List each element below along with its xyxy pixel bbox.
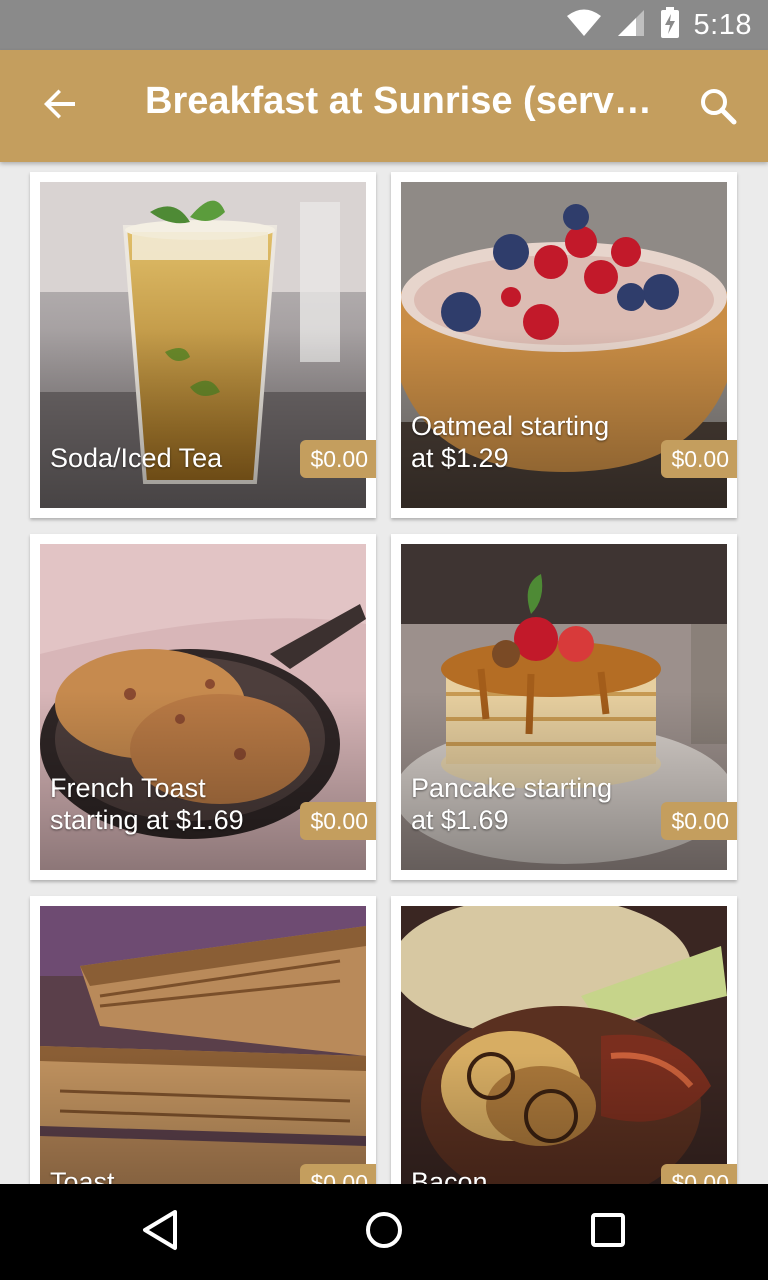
photo-shade xyxy=(401,906,727,1184)
menu-grid: Soda/Iced Tea $0.00 Oatmeal starting at … xyxy=(0,162,768,1184)
menu-item-card[interactable]: Soda/Iced Tea $0.00 xyxy=(30,172,376,518)
item-price-badge: $0.00 xyxy=(300,802,376,840)
nav-back-button[interactable] xyxy=(130,1202,190,1262)
photo-shade xyxy=(40,906,366,1184)
item-name: Bacon xyxy=(411,1167,488,1184)
square-recents-icon xyxy=(590,1212,626,1252)
wifi-icon xyxy=(566,9,602,41)
status-time: 5:18 xyxy=(693,8,752,41)
battery-charging-icon xyxy=(660,7,680,43)
search-button[interactable] xyxy=(690,80,746,136)
item-name: Toast xyxy=(50,1167,115,1184)
item-price-badge: $0.00 xyxy=(300,1164,376,1184)
page-title: Breakfast at Sunrise (serve… xyxy=(145,80,660,122)
item-name: Oatmeal starting at $1.29 xyxy=(411,411,610,473)
item-price-badge: $0.00 xyxy=(300,440,376,478)
nav-home-button[interactable] xyxy=(354,1202,414,1262)
nav-recents-button[interactable] xyxy=(578,1202,638,1262)
item-name: French Toast starting at $1.69 xyxy=(50,773,244,835)
item-photo xyxy=(40,906,366,1184)
cell-signal-icon xyxy=(616,9,646,41)
item-name: Soda/Iced Tea xyxy=(50,443,223,473)
search-icon xyxy=(699,87,737,129)
menu-item-card[interactable]: Oatmeal starting at $1.29 $0.00 xyxy=(391,172,737,518)
status-icons: 5:18 xyxy=(566,7,752,43)
menu-item-card[interactable]: Toast $0.00 xyxy=(30,896,376,1184)
status-bar: 5:18 xyxy=(0,0,768,50)
circle-home-icon xyxy=(364,1210,404,1254)
menu-item-card[interactable]: Pancake starting at $1.69 $0.00 xyxy=(391,534,737,880)
system-nav-bar xyxy=(0,1184,768,1280)
menu-item-card[interactable]: French Toast starting at $1.69 $0.00 xyxy=(30,534,376,880)
item-photo xyxy=(401,906,727,1184)
item-price-badge: $0.00 xyxy=(661,802,737,840)
arrow-left-icon xyxy=(42,86,78,126)
item-price-badge: $0.00 xyxy=(661,440,737,478)
item-price-badge: $0.00 xyxy=(661,1164,737,1184)
app-bar: Breakfast at Sunrise (serve… xyxy=(0,50,768,162)
back-button[interactable] xyxy=(30,76,90,136)
menu-item-card[interactable]: Bacon $0.00 xyxy=(391,896,737,1184)
triangle-back-icon xyxy=(140,1208,180,1256)
item-name: Pancake starting at $1.69 xyxy=(411,773,613,835)
